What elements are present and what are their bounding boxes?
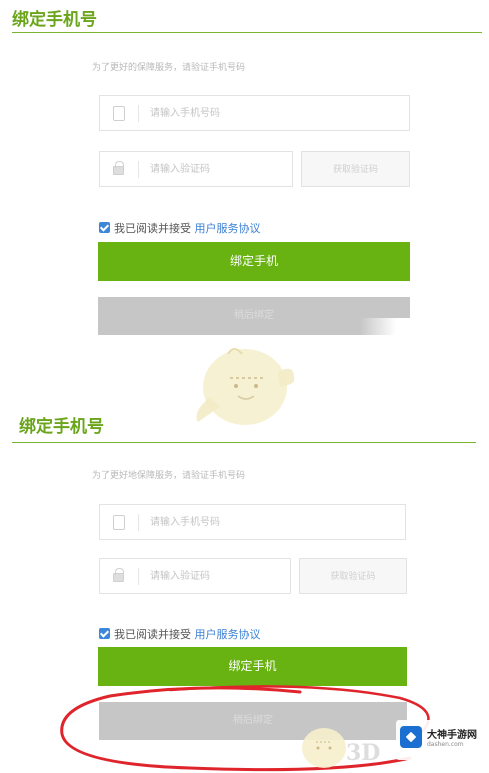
phone-icon <box>113 515 125 530</box>
agree-checkbox[interactable] <box>99 628 110 639</box>
3d-watermark: 3D <box>346 740 381 766</box>
verify-hint: 为了更好地保障服务，请验证手机号码 <box>92 471 246 481</box>
agree-label: 我已阅读并接受 <box>114 222 195 235</box>
phone-input[interactable] <box>150 103 330 123</box>
field-divider <box>138 568 139 585</box>
phone-field[interactable] <box>99 504 406 540</box>
page-title: 绑定手机号 <box>12 10 97 30</box>
user-agreement-link[interactable]: 用户服务协议 <box>195 222 261 235</box>
mascot-watermark <box>302 728 346 768</box>
agreement-row: 我已阅读并接受 用户服务协议 <box>99 220 261 236</box>
site-name: 大神手游网 <box>427 730 477 741</box>
phone-icon <box>113 106 125 121</box>
site-logo-watermark: 大神手游网 dashen.com <box>396 720 484 760</box>
lock-icon <box>113 161 124 175</box>
get-code-button[interactable]: 获取验证码 <box>299 558 407 594</box>
page-title: 绑定手机号 <box>19 417 104 437</box>
blur-overlay <box>360 318 420 358</box>
user-agreement-link[interactable]: 用户服务协议 <box>195 628 261 641</box>
field-divider <box>138 514 139 531</box>
code-field[interactable] <box>99 151 293 187</box>
site-url: dashen.com <box>427 741 464 748</box>
code-input[interactable] <box>150 159 280 179</box>
bind-phone-button[interactable]: 绑定手机 <box>98 242 410 281</box>
red-annotation-circle <box>60 685 430 772</box>
agree-label: 我已阅读并接受 <box>114 628 195 641</box>
field-divider <box>138 105 139 122</box>
title-divider <box>12 442 476 443</box>
field-divider <box>138 161 139 178</box>
title-divider <box>12 32 482 33</box>
bind-phone-button[interactable]: 绑定手机 <box>98 647 407 686</box>
agreement-row: 我已阅读并接受 用户服务协议 <box>99 626 261 642</box>
get-code-button[interactable]: 获取验证码 <box>301 151 410 187</box>
site-logo-icon <box>400 726 422 748</box>
code-field[interactable] <box>99 558 291 594</box>
verify-hint: 为了更好的保障服务，请验证手机号码 <box>92 63 246 73</box>
code-input[interactable] <box>150 566 280 586</box>
phone-input[interactable] <box>150 512 330 532</box>
agree-checkbox[interactable] <box>99 222 110 233</box>
phone-field[interactable] <box>99 95 410 131</box>
mascot-watermark <box>196 348 295 425</box>
lock-icon <box>113 568 124 582</box>
